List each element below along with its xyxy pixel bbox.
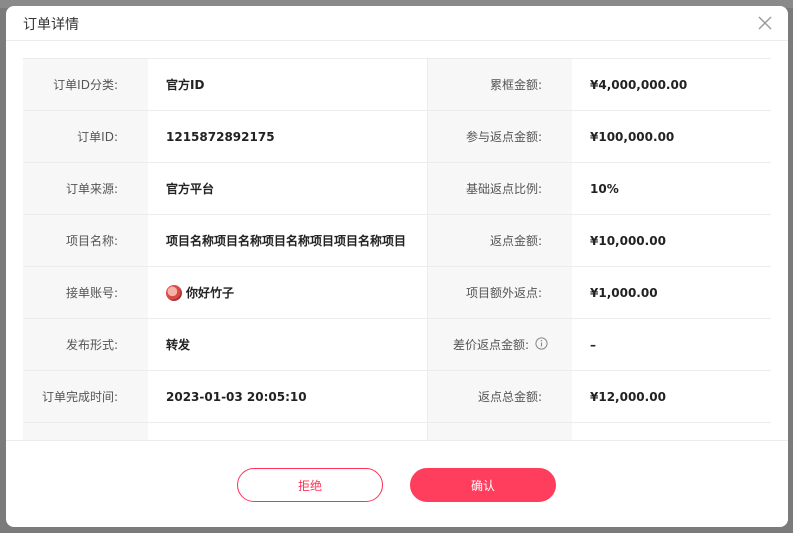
modal-footer: 拒绝 确认: [6, 440, 788, 527]
value-extra-rebate: ¥1,000.00: [572, 266, 771, 319]
value-total-amount: ¥4,000,000.00: [572, 58, 771, 111]
value-order-id: 1215872892175: [148, 110, 428, 163]
row-partial-cell: [572, 422, 771, 440]
value-project-name: 项目名称项目名称项目名称项目项目名称项目: [148, 214, 428, 267]
label-order-id-type: 订单ID分类:: [23, 58, 148, 111]
label-order-id: 订单ID:: [23, 110, 148, 163]
value-rebate-amount: ¥10,000.00: [572, 214, 771, 267]
close-icon: [758, 16, 772, 30]
modal-title: 订单详情: [23, 17, 79, 33]
value-account: 你好竹子: [148, 266, 428, 319]
table-row: 订单来源: 官方平台 基础返点比例: 10%: [23, 162, 771, 215]
value-rebate-base-amount: ¥100,000.00: [572, 110, 771, 163]
table-row: 发布形式: 转发 差价返点金额: –: [23, 318, 771, 371]
label-project-name: 项目名称:: [23, 214, 148, 267]
table-row: 项目名称: 项目名称项目名称项目名称项目项目名称项目 返点金额: ¥10,000…: [23, 214, 771, 267]
label-total-amount: 累框金额:: [427, 58, 572, 111]
table-row: [23, 422, 771, 440]
row-partial-cell: [427, 422, 572, 440]
value-publish-form: 转发: [148, 318, 428, 371]
label-price-diff-rebate: 差价返点金额:: [427, 318, 572, 371]
label-account: 接单账号:: [23, 266, 148, 319]
label-rebate-base-amount: 参与返点金额:: [427, 110, 572, 163]
table-row: 订单完成时间: 2023-01-03 20:05:10 返点总金额: ¥12,0…: [23, 370, 771, 423]
close-button[interactable]: [756, 14, 774, 32]
table-row: 订单ID分类: 官方ID 累框金额: ¥4,000,000.00: [23, 58, 771, 111]
table-row: 订单ID: 1215872892175 参与返点金额: ¥100,000.00: [23, 110, 771, 163]
price-diff-rebate-label-text: 差价返点金额:: [452, 337, 529, 352]
reject-button[interactable]: 拒绝: [237, 468, 383, 502]
modal-header: 订单详情: [6, 6, 788, 41]
label-total-rebate: 返点总金额:: [427, 370, 572, 423]
table-row: 接单账号: 你好竹子 项目额外返点: ¥1,000.00: [23, 266, 771, 319]
label-extra-rebate: 项目额外返点:: [427, 266, 572, 319]
label-base-rebate-ratio: 基础返点比例:: [427, 162, 572, 215]
row-partial-cell: [23, 422, 148, 440]
info-icon[interactable]: [535, 337, 548, 353]
value-complete-time: 2023-01-03 20:05:10: [148, 370, 428, 423]
value-order-source: 官方平台: [148, 162, 428, 215]
label-rebate-amount: 返点金额:: [427, 214, 572, 267]
detail-table-scroll[interactable]: 订单ID分类: 官方ID 累框金额: ¥4,000,000.00 订单ID: 1…: [23, 58, 772, 440]
confirm-button[interactable]: 确认: [410, 468, 556, 502]
label-order-source: 订单来源:: [23, 162, 148, 215]
value-total-rebate: ¥12,000.00: [572, 370, 771, 423]
label-publish-form: 发布形式:: [23, 318, 148, 371]
row-partial-cell: [148, 422, 428, 440]
detail-table: 订单ID分类: 官方ID 累框金额: ¥4,000,000.00 订单ID: 1…: [23, 58, 771, 440]
label-complete-time: 订单完成时间:: [23, 370, 148, 423]
value-order-id-type: 官方ID: [148, 58, 428, 111]
avatar: [166, 285, 182, 302]
value-base-rebate-ratio: 10%: [572, 162, 771, 215]
order-detail-modal: 订单详情 订单ID分类: 官方ID 累框金额: ¥4,000,000.00 订单…: [6, 6, 788, 527]
account-name: 你好竹子: [186, 285, 235, 300]
value-price-diff-rebate: –: [572, 318, 771, 371]
